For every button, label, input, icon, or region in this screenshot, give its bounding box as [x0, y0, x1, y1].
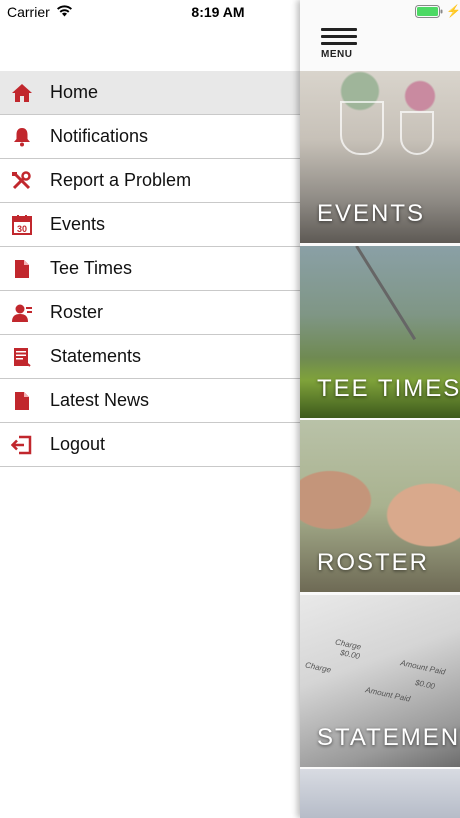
charging-icon: ⚡	[446, 4, 460, 18]
logout-icon	[11, 434, 33, 456]
tile-roster[interactable]: ROSTER	[300, 420, 460, 592]
tools-icon	[11, 170, 33, 192]
home-icon	[11, 82, 33, 104]
menu-item-roster[interactable]: Roster	[0, 291, 300, 335]
menu-item-label: Home	[50, 82, 99, 102]
tile-label: EVENTS	[317, 200, 426, 227]
menu-item-home[interactable]: Home	[0, 71, 300, 115]
status-bar: Carrier 8:19 AM ⚡	[0, 0, 460, 24]
tile-tee-times[interactable]: TEE TIMES	[300, 246, 460, 418]
menu-item-events[interactable]: 30 Events	[0, 203, 300, 247]
calendar-icon: 30	[11, 214, 33, 236]
menu-item-label: Logout	[50, 434, 106, 454]
battery-icon	[415, 5, 443, 23]
glass-image	[400, 111, 434, 155]
menu-item-label: Roster	[50, 302, 104, 322]
menu-item-label: Latest News	[50, 390, 150, 410]
statement-icon	[11, 346, 33, 368]
people-icon	[11, 302, 33, 324]
statement-text: Amount Paid	[399, 658, 447, 677]
document-icon	[11, 390, 33, 412]
status-time: 8:19 AM	[191, 4, 245, 20]
menu-item-label: Statements	[50, 346, 142, 366]
glass-image	[340, 101, 384, 155]
bell-icon	[11, 126, 33, 148]
hamburger-icon	[321, 28, 357, 31]
menu-list: Home Notifications Report a Problem 30 E…	[0, 71, 300, 467]
tile-label: TEE TIMES	[317, 375, 460, 402]
menu-item-logout[interactable]: Logout	[0, 423, 300, 467]
tile-label: ROSTER	[317, 549, 430, 576]
hamburger-icon-bar	[321, 35, 357, 38]
menu-item-label: Report a Problem	[50, 170, 192, 190]
tile-partial[interactable]	[300, 769, 460, 818]
menu-item-report-problem[interactable]: Report a Problem	[0, 159, 300, 203]
menu-button-label: MENU	[321, 49, 353, 60]
menu-item-tee-times[interactable]: Tee Times	[0, 247, 300, 291]
menu-item-latest-news[interactable]: Latest News	[0, 379, 300, 423]
statement-text: Charge	[304, 660, 332, 675]
statement-text: Amount Paid	[364, 685, 412, 704]
svg-text:30: 30	[17, 224, 27, 234]
menu-item-statements[interactable]: Statements	[0, 335, 300, 379]
hamburger-icon-bar	[321, 42, 357, 45]
tile-label: STATEMENTS	[317, 724, 460, 751]
menu-item-notifications[interactable]: Notifications	[0, 115, 300, 159]
statement-text: $0.00	[414, 678, 436, 691]
menu-item-label: Events	[50, 214, 106, 234]
side-menu: Home Notifications Report a Problem 30 E…	[0, 0, 300, 818]
menu-item-label: Tee Times	[50, 258, 133, 278]
tile-events[interactable]: EVENTS	[300, 71, 460, 243]
golf-club-image	[355, 246, 417, 341]
menu-button[interactable]: MENU	[321, 28, 357, 60]
document-icon	[11, 258, 33, 280]
main-panel[interactable]: MENU EVENTS TEE TIMES ROSTER Charge Amou…	[300, 0, 460, 818]
menu-item-label: Notifications	[50, 126, 149, 146]
tile-statements[interactable]: Charge Amount Paid Charge $0.00 Amount P…	[300, 595, 460, 767]
